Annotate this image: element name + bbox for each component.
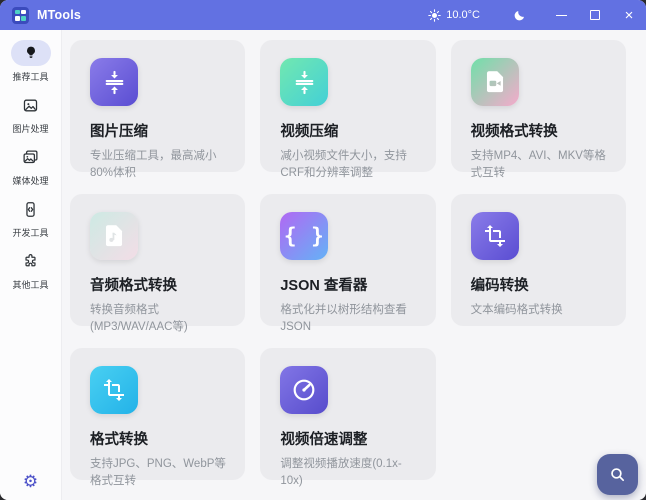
sidebar: 推荐工具 图片处理 (0, 30, 62, 500)
card-title: JSON 查看器 (280, 274, 417, 295)
compress-icon (292, 70, 317, 95)
image-icon (22, 97, 39, 114)
moon-icon (513, 9, 526, 22)
dev-phone-code-icon (22, 201, 39, 218)
tool-card-image-compress[interactable]: 图片压缩 专业压缩工具，最高减小80%体积 (70, 40, 245, 172)
app-logo-icon (12, 7, 29, 24)
tool-card-json-viewer[interactable]: { } JSON 查看器 格式化并以树形结构查看 JSON (260, 194, 435, 326)
settings-button[interactable]: ⚙ (23, 473, 38, 490)
card-description: 文本编码格式转换 (471, 302, 608, 319)
maximize-button[interactable] (578, 0, 612, 30)
close-icon: × (625, 8, 634, 23)
audio-file-icon (101, 223, 127, 249)
gear-icon: ⚙ (23, 472, 38, 491)
sidebar-item-label: 其他工具 (12, 278, 48, 291)
media-stack-icon (22, 149, 39, 166)
app-window: MTools 10.0°C (0, 0, 646, 500)
card-title: 视频格式转换 (471, 120, 608, 141)
tool-card-audio-format-convert[interactable]: 音频格式转换 转换音频格式(MP3/WAV/AAC等) (70, 194, 245, 326)
card-description: 调整视频播放速度(0.1x-10x) (280, 456, 417, 491)
card-title: 视频倍速调整 (280, 428, 417, 449)
search-icon (609, 466, 626, 483)
video-file-icon (482, 69, 508, 95)
sidebar-item-media-processing[interactable]: 媒体处理 (0, 144, 61, 187)
tool-card-encoding-convert[interactable]: 编码转换 文本编码格式转换 (451, 194, 626, 326)
puzzle-icon (22, 253, 39, 270)
temperature-label: 10.0°C (446, 9, 480, 21)
minimize-icon (556, 15, 567, 16)
main-content: 图片压缩 专业压缩工具，最高减小80%体积 (62, 30, 646, 500)
card-description: 支持MP4、AVI、MKV等格式互转 (471, 148, 608, 183)
speedometer-icon (291, 377, 317, 403)
sidebar-item-label: 图片处理 (12, 122, 48, 135)
card-description: 格式化并以树形结构查看 JSON (280, 302, 417, 337)
card-description: 支持JPG、PNG、WebP等格式互转 (90, 456, 227, 491)
tool-card-format-convert[interactable]: 格式转换 支持JPG、PNG、WebP等格式互转 (70, 348, 245, 480)
transform-icon (102, 378, 126, 402)
card-description: 转换音频格式(MP3/WAV/AAC等) (90, 302, 227, 337)
theme-toggle-button[interactable] (502, 0, 536, 30)
tool-card-video-speed[interactable]: 视频倍速调整 调整视频播放速度(0.1x-10x) (260, 348, 435, 480)
maximize-icon (590, 10, 600, 20)
tool-card-grid: 图片压缩 专业压缩工具，最高减小80%体积 (70, 40, 626, 480)
card-description: 减小视频文件大小，支持CRF和分辨率调整 (280, 148, 417, 183)
sidebar-item-other-tools[interactable]: 其他工具 (0, 248, 61, 291)
transform-icon (483, 224, 507, 248)
braces-icon: { } (284, 224, 325, 248)
weather-widget: 10.0°C (428, 9, 480, 22)
sidebar-item-label: 开发工具 (12, 226, 48, 239)
card-title: 音频格式转换 (90, 274, 227, 295)
compress-icon (102, 70, 127, 95)
tool-card-video-compress[interactable]: 视频压缩 减小视频文件大小，支持CRF和分辨率调整 (260, 40, 435, 172)
sidebar-item-label: 推荐工具 (12, 70, 48, 83)
card-title: 编码转换 (471, 274, 608, 295)
sidebar-item-image-processing[interactable]: 图片处理 (0, 92, 61, 135)
sidebar-item-label: 媒体处理 (12, 174, 48, 187)
minimize-button[interactable] (544, 0, 578, 30)
card-title: 格式转换 (90, 428, 227, 449)
lightbulb-icon (23, 45, 39, 61)
card-title: 图片压缩 (90, 120, 227, 141)
card-title: 视频压缩 (280, 120, 417, 141)
sidebar-item-dev-tools[interactable]: 开发工具 (0, 196, 61, 239)
sun-icon (428, 9, 441, 22)
titlebar: MTools 10.0°C (0, 0, 646, 30)
tool-card-video-format-convert[interactable]: 视频格式转换 支持MP4、AVI、MKV等格式互转 (451, 40, 626, 172)
app-title: MTools (37, 8, 81, 22)
search-button[interactable] (597, 454, 638, 495)
close-button[interactable]: × (612, 0, 646, 30)
sidebar-item-recommended-tools[interactable]: 推荐工具 (0, 40, 61, 83)
card-description: 专业压缩工具，最高减小80%体积 (90, 148, 227, 183)
